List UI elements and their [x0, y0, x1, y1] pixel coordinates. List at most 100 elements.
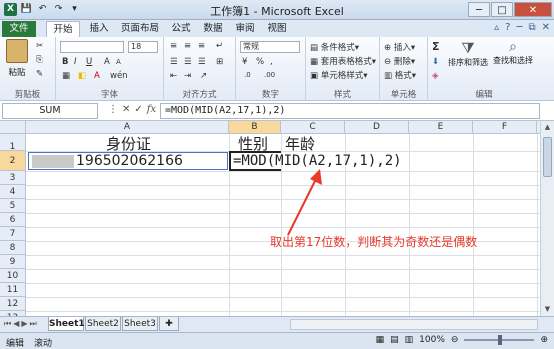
row-header-1[interactable]: 1	[0, 134, 26, 152]
normal-view-icon[interactable]: ▦	[376, 335, 385, 345]
row-header-5[interactable]: 5	[0, 199, 26, 213]
format-painter-icon[interactable]: ✎	[36, 69, 43, 79]
comma-button[interactable]: ,	[270, 57, 273, 67]
copy-icon[interactable]: ⎘	[36, 55, 43, 65]
fill-icon[interactable]: ⬇	[432, 57, 439, 67]
row-header-10[interactable]: 10	[0, 269, 26, 283]
scroll-up-icon[interactable]: ▲	[541, 121, 554, 134]
format-as-table-button[interactable]: ▦ 套用表格格式▾	[310, 55, 376, 67]
new-sheet-icon[interactable]: ✚	[159, 317, 179, 331]
zoom-slider[interactable]	[464, 335, 535, 345]
font-size-select[interactable]: 18	[128, 41, 158, 53]
orientation-icon[interactable]: ↗	[200, 71, 207, 81]
zoom-in-icon[interactable]: ⊕	[540, 335, 548, 345]
underline-button[interactable]: U	[86, 57, 92, 67]
tab-file[interactable]: 文件	[2, 21, 36, 37]
zoom-level[interactable]: 100%	[419, 335, 445, 345]
font-color-icon[interactable]: A	[94, 71, 100, 81]
grow-font-button[interactable]: A	[104, 57, 110, 67]
formula-input[interactable]: =MOD(MID(A2,17,1),2)	[160, 103, 540, 119]
align-left-icon[interactable]: ☰	[170, 57, 178, 67]
borders-icon[interactable]: ▦	[62, 71, 70, 81]
tab-home[interactable]: 开始	[46, 21, 80, 37]
bold-button[interactable]: B	[62, 57, 68, 67]
scroll-thumb[interactable]	[543, 137, 552, 177]
insert-cells-button[interactable]: ⊕ 插入▾	[384, 41, 415, 53]
prev-sheet-icon[interactable]: ◀	[13, 319, 19, 329]
cancel-icon[interactable]: ✕	[122, 104, 130, 115]
cell-a2[interactable]: 196502062166	[76, 153, 183, 169]
row-header-8[interactable]: 8	[0, 241, 26, 255]
align-middle-icon[interactable]: ≡	[184, 41, 191, 51]
shrink-font-button[interactable]: A	[116, 58, 121, 66]
wrap-text-icon[interactable]: ↵	[216, 41, 223, 51]
page-layout-view-icon[interactable]: ▤	[390, 335, 399, 345]
format-cells-button[interactable]: ▥ 格式▾	[384, 69, 416, 81]
increase-decimal-button[interactable]: .0	[244, 71, 251, 79]
help-icon[interactable]: ?	[505, 22, 510, 33]
number-format-select[interactable]: 常规	[240, 41, 300, 53]
vertical-scrollbar[interactable]: ▲ ▼	[540, 121, 554, 316]
autosum-button[interactable]: Σ	[432, 40, 440, 53]
row-header-7[interactable]: 7	[0, 227, 26, 241]
conditional-format-button[interactable]: ▤ 条件格式▾	[310, 41, 359, 53]
percent-button[interactable]: %	[256, 57, 264, 67]
merge-center-icon[interactable]: ⊞	[216, 57, 223, 67]
close-icon[interactable]: ✕	[514, 2, 552, 17]
ribbon-collapse-icon[interactable]: ▵	[494, 22, 499, 33]
sheet-tab-1[interactable]: Sheet1	[48, 317, 85, 331]
find-select-button[interactable]: ⌕ 查找和选择	[490, 39, 536, 66]
align-center-icon[interactable]: ☰	[184, 57, 192, 67]
decrease-indent-icon[interactable]: ⇤	[170, 71, 177, 81]
clear-icon[interactable]: ◈	[432, 71, 439, 81]
row-header-11[interactable]: 11	[0, 283, 26, 297]
sheet-tab-2[interactable]: Sheet2	[85, 317, 121, 331]
cell-a1[interactable]: 身份证	[106, 133, 151, 154]
column-header-e[interactable]: E	[409, 121, 473, 134]
delete-cells-button[interactable]: ⊖ 删除▾	[384, 55, 415, 67]
minimize-icon[interactable]: ─	[468, 2, 490, 17]
cut-icon[interactable]: ✂	[36, 41, 43, 51]
cell-styles-button[interactable]: ▣ 单元格样式▾	[310, 69, 368, 81]
tab-view[interactable]: 视图	[262, 21, 292, 37]
tab-formulas[interactable]: 公式	[166, 21, 196, 37]
scroll-down-icon[interactable]: ▼	[541, 303, 554, 316]
font-name-select[interactable]	[60, 41, 124, 53]
window-minimize-icon[interactable]: ─	[516, 22, 522, 33]
insert-function-button[interactable]: fx	[147, 104, 156, 115]
tab-page-layout[interactable]: 页面布局	[116, 21, 164, 37]
align-bottom-icon[interactable]: ≡	[198, 41, 205, 51]
tab-data[interactable]: 数据	[198, 21, 228, 37]
phonetic-button[interactable]: wén	[110, 71, 128, 81]
maximize-icon[interactable]: □	[491, 2, 513, 17]
row-header-3[interactable]: 3	[0, 171, 26, 185]
row-header-2[interactable]: 2	[0, 151, 26, 171]
tab-insert[interactable]: 插入	[84, 21, 114, 37]
page-break-view-icon[interactable]: ▥	[405, 335, 414, 345]
zoom-out-icon[interactable]: ⊖	[451, 335, 459, 345]
enter-icon[interactable]: ✓	[134, 104, 142, 115]
sort-filter-button[interactable]: ⧩ 排序和筛选	[446, 39, 490, 68]
currency-icon[interactable]: ¥	[242, 57, 247, 67]
window-close-icon[interactable]: ✕	[542, 22, 550, 33]
worksheet-grid[interactable]: A B C D E F G 1 2 3 4 5 6 7 8 9 10 11 12…	[0, 121, 554, 316]
select-all-corner[interactable]	[0, 121, 26, 134]
tab-review[interactable]: 审阅	[230, 21, 260, 37]
increase-indent-icon[interactable]: ⇥	[184, 71, 191, 81]
window-restore-icon[interactable]: ⧉	[528, 22, 535, 33]
first-sheet-icon[interactable]: ⏮	[4, 319, 11, 329]
horizontal-scrollbar[interactable]	[290, 319, 538, 330]
sheet-tab-3[interactable]: Sheet3	[122, 317, 158, 331]
name-box[interactable]: SUM	[2, 103, 98, 119]
row-header-4[interactable]: 4	[0, 185, 26, 199]
decrease-decimal-button[interactable]: .00	[264, 71, 275, 79]
fill-color-icon[interactable]: ◧	[78, 71, 86, 81]
last-sheet-icon[interactable]: ⏭	[30, 319, 37, 329]
next-sheet-icon[interactable]: ▶	[21, 319, 27, 329]
align-right-icon[interactable]: ☰	[198, 57, 206, 67]
more-icon[interactable]: ⋮	[108, 104, 118, 115]
row-header-9[interactable]: 9	[0, 255, 26, 269]
row-header-6[interactable]: 6	[0, 213, 26, 227]
paste-button[interactable]: 粘贴	[4, 39, 30, 78]
cell-c1[interactable]: 年龄	[285, 133, 315, 154]
